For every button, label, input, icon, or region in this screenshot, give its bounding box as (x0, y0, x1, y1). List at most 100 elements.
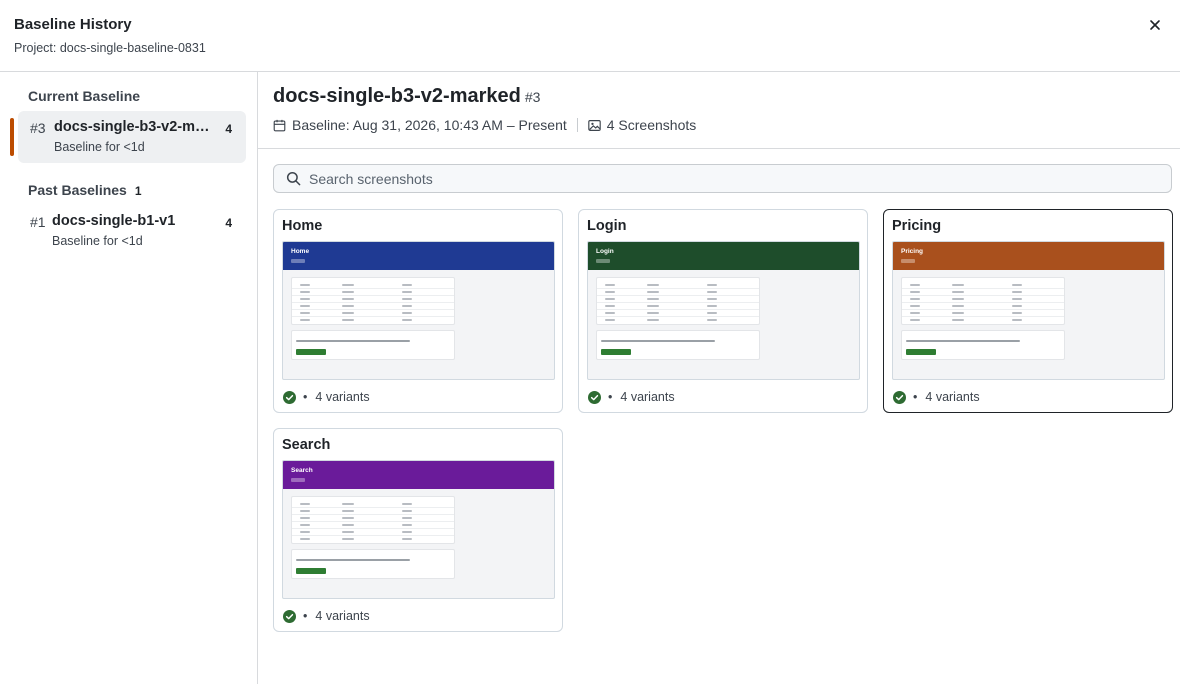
thumb-cell (402, 319, 412, 321)
baseline-item-current[interactable]: #3 docs-single-b3-v2-ma… 4 Baseline for … (18, 111, 246, 163)
search-icon (286, 171, 301, 186)
baseline-screenshot-count: 4 (225, 216, 232, 230)
thumb-cell (647, 312, 659, 314)
thumb-button (601, 349, 631, 355)
thumb-table (596, 277, 760, 325)
baseline-name: docs-single-b3-v2-ma… (54, 119, 212, 135)
thumb-row-divider (597, 309, 759, 310)
variant-count: 4 variants (620, 390, 675, 404)
thumb-cell (1012, 291, 1022, 293)
thumb-cell (605, 312, 615, 314)
dialog-title: Baseline History (14, 16, 132, 33)
thumb-cell (1012, 305, 1022, 307)
thumb-title: Login (596, 248, 614, 255)
thumb-cell (1012, 284, 1022, 286)
thumb-header: Home (283, 242, 554, 270)
screenshot-thumbnail[interactable]: Pricing (892, 241, 1165, 380)
thumb-row-divider (902, 302, 1064, 303)
screenshot-card[interactable]: Search Search • 4 variants (273, 428, 563, 632)
thumb-cell (342, 517, 354, 519)
thumb-row-divider (292, 528, 454, 529)
thumb-cell (952, 305, 964, 307)
baseline-item-past[interactable]: #1 docs-single-b1-v1 4 Baseline for <1d (18, 205, 246, 257)
thumb-cell (910, 284, 920, 286)
past-baselines-heading: Past Baselines 1 (28, 182, 142, 198)
thumb-cell (952, 284, 964, 286)
screenshot-count: 4 Screenshots (606, 117, 697, 133)
screenshot-card[interactable]: Home Home • 4 variants (273, 209, 563, 413)
screenshot-card[interactable]: Pricing Pricing • 4 variants (883, 209, 1173, 413)
thumb-cell (707, 312, 717, 314)
thumb-row-divider (292, 521, 454, 522)
screenshot-title: Search (282, 437, 331, 453)
thumb-title: Home (291, 248, 310, 255)
thumb-cell (300, 284, 310, 286)
thumb-cell (342, 538, 354, 540)
thumb-cell (402, 538, 412, 540)
thumb-button (906, 349, 936, 355)
thumb-text-line (296, 559, 410, 561)
dialog-header: Baseline History Project: docs-single-ba… (0, 0, 1180, 72)
thumb-cell (707, 298, 717, 300)
screenshot-footer: • 4 variants (588, 389, 675, 405)
baseline-sidebar: Current Baseline #3 docs-single-b3-v2-ma… (0, 72, 258, 684)
thumb-button (296, 568, 326, 574)
thumb-cell (647, 319, 659, 321)
search-input[interactable] (309, 170, 1149, 187)
thumb-cell (300, 291, 310, 293)
thumb-chip (901, 259, 915, 263)
variant-count: 4 variants (315, 609, 370, 623)
thumb-cell (1012, 312, 1022, 314)
thumb-cell (910, 291, 920, 293)
screenshot-title: Home (282, 218, 323, 234)
thumb-cell (300, 312, 310, 314)
thumb-row-divider (902, 309, 1064, 310)
thumb-table (291, 496, 455, 544)
thumb-cell (342, 503, 354, 505)
thumb-table (901, 277, 1065, 325)
thumb-cell (300, 538, 310, 540)
baseline-meta: Baseline: Aug 31, 2026, 10:43 AM – Prese… (273, 116, 696, 134)
baseline-detail: docs-single-b3-v2-marked #3 Baseline: Aug… (258, 72, 1180, 684)
thumb-cell (647, 305, 659, 307)
thumb-cell (402, 298, 412, 300)
check-circle-icon (283, 390, 296, 404)
past-baselines-count: 1 (134, 184, 142, 198)
thumb-text-line (296, 340, 410, 342)
screenshot-card[interactable]: Login Login • 4 variants (578, 209, 868, 413)
baseline-date-range: Baseline: Aug 31, 2026, 10:43 AM – Prese… (292, 117, 567, 133)
thumb-cell (605, 284, 615, 286)
thumb-cell (952, 319, 964, 321)
thumb-row-divider (292, 507, 454, 508)
thumb-cell (647, 291, 659, 293)
baseline-duration: Baseline for <1d (54, 140, 145, 154)
active-indicator (10, 118, 14, 156)
thumb-cell (1012, 319, 1022, 321)
thumb-chip (291, 478, 305, 482)
thumb-cell (952, 298, 964, 300)
thumb-cell (707, 319, 717, 321)
thumb-row-divider (597, 295, 759, 296)
calendar-icon (273, 119, 286, 131)
thumb-cell (910, 305, 920, 307)
thumb-row-divider (902, 288, 1064, 289)
thumb-row-divider (597, 316, 759, 317)
thumb-cell (402, 503, 412, 505)
separator-dot: • (303, 390, 308, 404)
thumb-header: Search (283, 461, 554, 489)
close-button[interactable] (1146, 16, 1164, 34)
screenshot-thumbnail[interactable]: Search (282, 460, 555, 599)
thumb-chip (596, 259, 610, 263)
screenshot-thumbnail[interactable]: Home (282, 241, 555, 380)
thumb-cell (952, 291, 964, 293)
thumb-text-line (601, 340, 715, 342)
check-circle-icon (588, 390, 601, 404)
thumb-cell (910, 312, 920, 314)
thumb-cell (605, 305, 615, 307)
thumb-table (291, 277, 455, 325)
screenshot-thumbnail[interactable]: Login (587, 241, 860, 380)
past-baselines-label: Past Baselines (28, 182, 127, 198)
thumb-cell (402, 312, 412, 314)
thumb-cell (402, 517, 412, 519)
baseline-title-text: docs-single-b3-v2-marked (273, 85, 521, 107)
